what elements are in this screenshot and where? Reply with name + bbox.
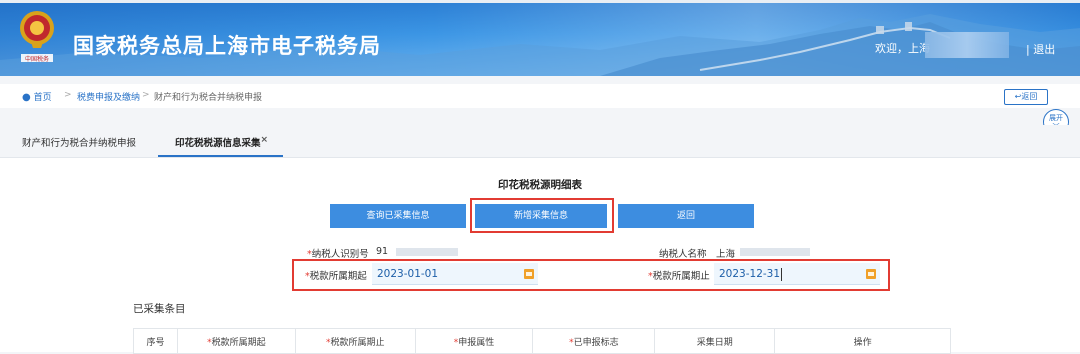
- back-button[interactable]: 返回: [618, 204, 754, 228]
- return-button[interactable]: ↩返回: [1004, 89, 1048, 105]
- breadcrumb: ● 首页 > 税费申报及缴纳 > 财产和行为税合并纳税申报 ↩返回: [0, 84, 1080, 108]
- highlight-box-period-fields: [292, 259, 890, 291]
- main-panel: 印花税税源明细表 查询已采集信息 新增采集信息 返回 *纳税人识别号 91 纳税…: [0, 157, 1080, 354]
- table-header-row: 序号 *税款所属期起 *税款所属期止 *申报属性 *已申报标志 采集日期 操作: [133, 328, 951, 354]
- expand-button-label: 展开: [1049, 114, 1063, 122]
- redacted-taxpayer-id: [396, 248, 458, 256]
- taxpayer-name-value: 上海: [716, 249, 736, 260]
- breadcrumb-item-current: 财产和行为税合并纳税申报: [154, 93, 263, 103]
- logout-link[interactable]: | 退出: [1026, 41, 1055, 57]
- collected-section-title: 已采集条目: [133, 303, 186, 315]
- tab-combined-declaration[interactable]: 财产和行为税合并纳税申报: [22, 135, 136, 149]
- taxpayer-name-label: 纳税人名称: [659, 249, 707, 260]
- site-title: 国家税务总局上海市电子税务局: [73, 34, 381, 58]
- taxpayer-id-label: *纳税人识别号: [307, 246, 369, 260]
- column-header-collection-date: 采集日期: [654, 328, 776, 354]
- query-collected-button[interactable]: 查询已采集信息: [330, 204, 466, 228]
- column-header-text: 采集日期: [696, 337, 733, 348]
- column-header-text: *已申报标志: [569, 337, 619, 348]
- column-header-declaration-attr: *申报属性: [414, 328, 534, 354]
- taxpayer-id-value: 91: [376, 246, 389, 257]
- redacted-taxpayer-name: [740, 248, 810, 256]
- redacted-username: [925, 32, 1009, 58]
- column-header-period-start: *税款所属期起: [176, 328, 296, 354]
- welcome-text: 欢迎，上海: [875, 42, 930, 55]
- location-pin-icon: ●: [22, 92, 31, 103]
- highlight-box-add-button: [470, 198, 614, 233]
- column-header-text: 操作: [853, 337, 872, 348]
- column-header-text: *申报属性: [453, 337, 495, 348]
- emblem-caption: 中国税务: [25, 55, 49, 63]
- column-header-declared-flag: *已申报标志: [532, 328, 656, 354]
- tab-label: 印花税税源信息采集: [175, 138, 261, 150]
- breadcrumb-home-label: 首页: [33, 93, 52, 103]
- breadcrumb-separator: >: [142, 90, 150, 100]
- column-header-actions: 操作: [774, 328, 951, 354]
- tax-emblem-logo: 中国税务: [20, 11, 54, 63]
- site-header: 中国税务 国家税务总局上海市电子税务局 欢迎，上海 | 退出: [0, 0, 1080, 76]
- column-header-period-end: *税款所属期止: [294, 328, 416, 354]
- breadcrumb-home[interactable]: ● 首页: [22, 90, 52, 103]
- tab-stamp-tax-collection[interactable]: 印花税税源信息采集×: [175, 135, 268, 149]
- tab-bar: 财产和行为税合并纳税申报 印花税税源信息采集×: [0, 125, 1080, 157]
- breadcrumb-item-tax-filing[interactable]: 税费申报及缴纳: [77, 90, 140, 103]
- breadcrumb-separator: >: [64, 90, 72, 100]
- column-header-text: *税款所属期起: [207, 337, 266, 348]
- column-header-text: *税款所属期止: [325, 337, 385, 348]
- column-header-text: 序号: [146, 337, 165, 348]
- collected-table: 序号 *税款所属期起 *税款所属期止 *申报属性 *已申报标志 采集日期 操作: [133, 328, 951, 354]
- close-icon[interactable]: ×: [261, 135, 269, 145]
- column-header-index: 序号: [133, 328, 178, 354]
- return-button-label: 返回: [1021, 92, 1038, 101]
- form-title: 印花税税源明细表: [498, 179, 582, 191]
